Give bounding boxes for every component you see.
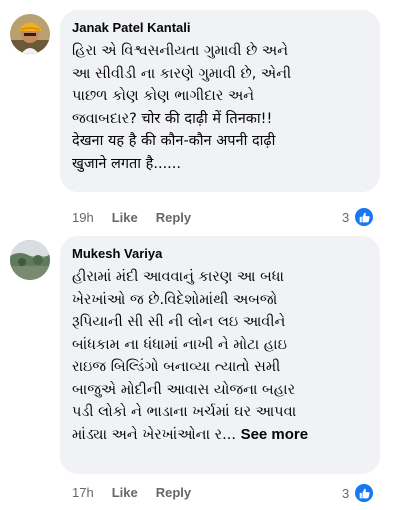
like-button[interactable]: Like: [112, 485, 138, 500]
comment-actions: 17h Like Reply: [72, 485, 209, 500]
reaction-summary[interactable]: 3: [342, 482, 376, 504]
see-more-link[interactable]: See more: [241, 426, 309, 443]
comment-author[interactable]: Janak Patel Kantali: [72, 20, 368, 36]
like-reaction-icon: [353, 206, 376, 228]
like-reaction-icon: [353, 482, 376, 504]
avatar[interactable]: [10, 14, 50, 54]
profile-photo-icon: [10, 240, 50, 280]
reaction-count: 3: [342, 485, 350, 501]
comment-timestamp[interactable]: 19h: [72, 210, 94, 225]
reaction-count: 3: [342, 209, 350, 225]
comment-text: હીરામાં મંદી આવવાનું કારણ આ બધા ખેરખાંઓ …: [72, 266, 368, 446]
avatar[interactable]: [10, 240, 50, 280]
reply-button[interactable]: Reply: [156, 210, 191, 225]
comment-text-content: હીરામાં મંદી આવવાનું કારણ આ બધા ખેરખાંઓ …: [72, 269, 297, 443]
comment-bubble: Mukesh Variya હીરામાં મંદી આવવાનું કારણ …: [60, 236, 380, 474]
reply-button[interactable]: Reply: [156, 485, 191, 500]
like-button[interactable]: Like: [112, 210, 138, 225]
comment-text: હિરા એ વિશ્વસનીયતા ગુમાવી છે અને આ સીવીડ…: [72, 43, 292, 172]
comment-timestamp[interactable]: 17h: [72, 485, 94, 500]
comment-author[interactable]: Mukesh Variya: [72, 246, 368, 262]
reaction-summary[interactable]: 3: [342, 206, 376, 228]
comment-bubble: Janak Patel Kantali હિરા એ વિશ્વસનીયતા ગ…: [60, 10, 380, 192]
profile-photo-icon: [10, 14, 50, 54]
comment-actions: 19h Like Reply: [72, 210, 209, 225]
